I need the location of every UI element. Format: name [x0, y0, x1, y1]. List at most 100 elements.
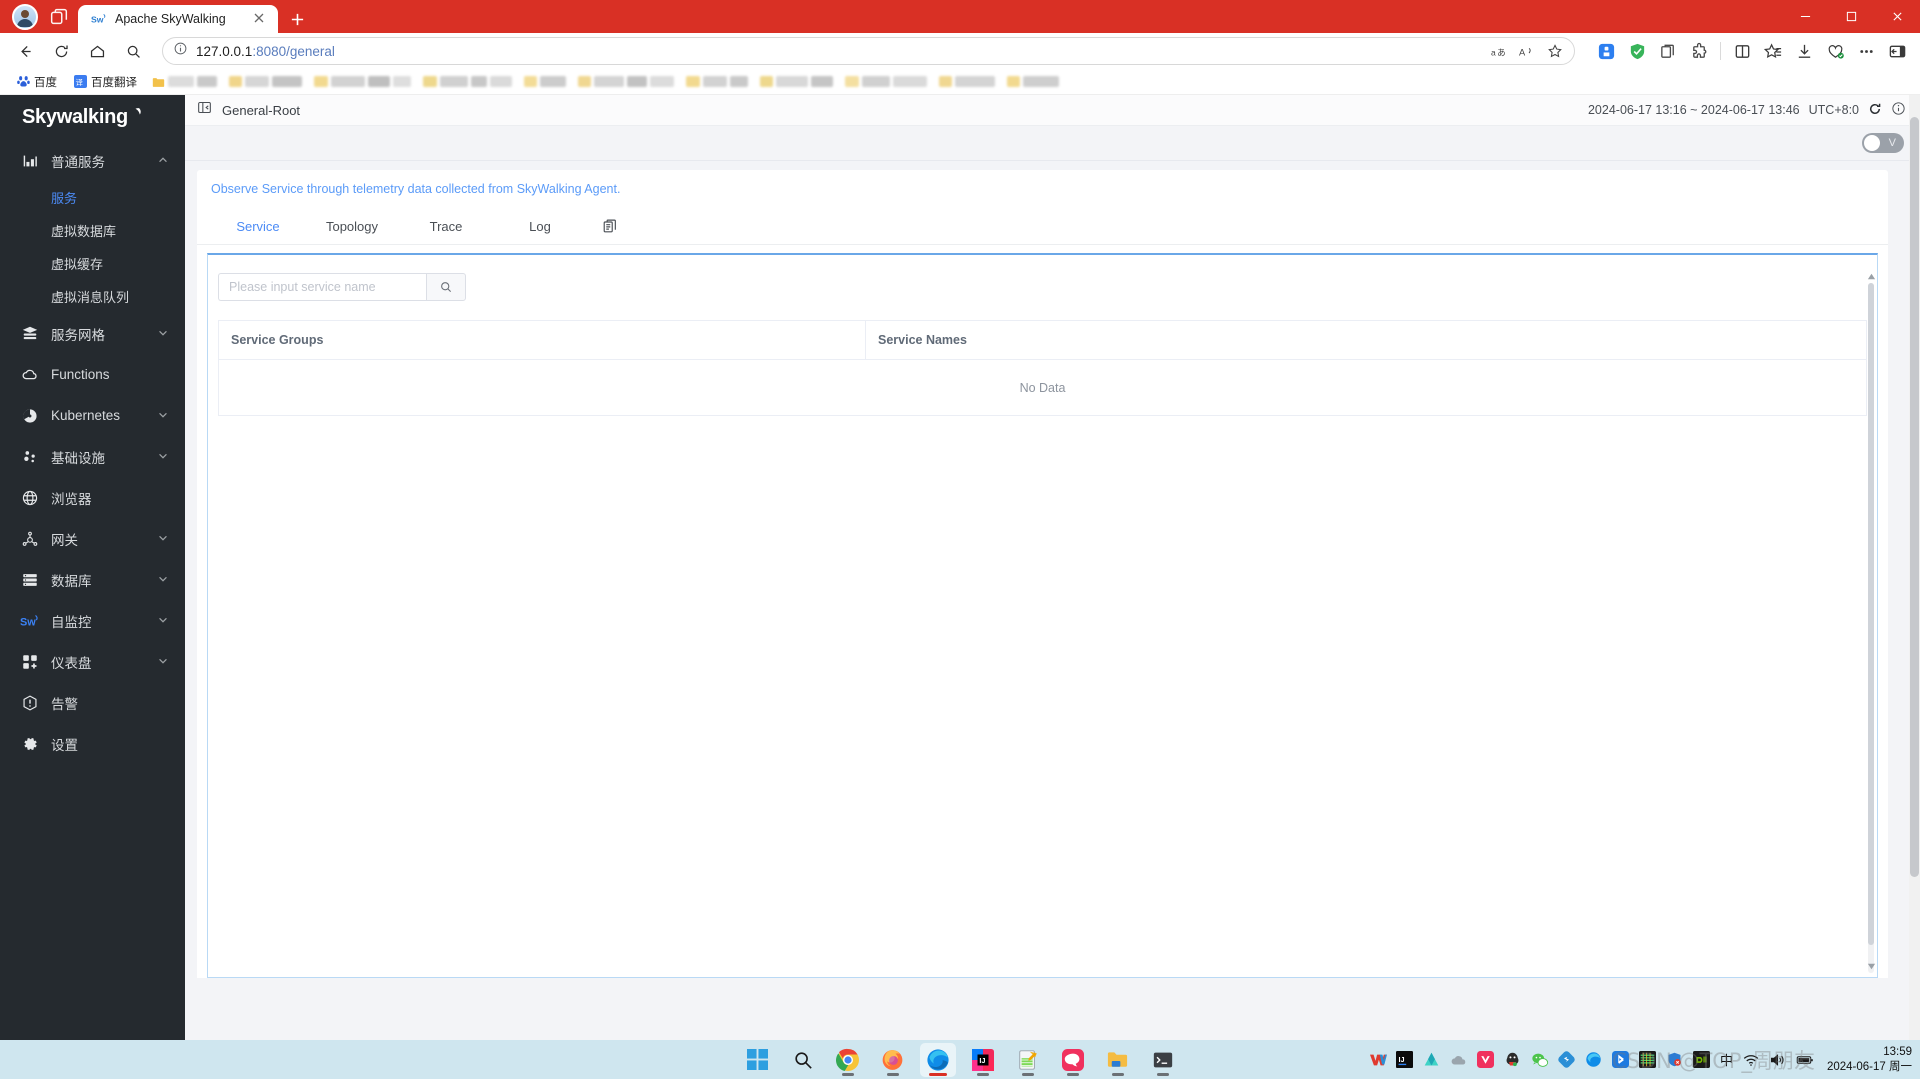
- ding-icon[interactable]: [1558, 1051, 1576, 1069]
- more-options-icon[interactable]: [1851, 37, 1881, 65]
- intellij-tray-icon[interactable]: IJ: [1396, 1051, 1414, 1069]
- taskbar-clock[interactable]: 13:59 2024-06-17 周一: [1827, 1045, 1912, 1074]
- minimize-button[interactable]: [1782, 0, 1828, 33]
- browser-tab-active[interactable]: Sw Apache SkyWalking: [78, 5, 278, 33]
- search-input[interactable]: Please input service name: [218, 273, 426, 301]
- sidebar-item-gateway[interactable]: 网关: [0, 518, 185, 559]
- time-range-picker[interactable]: 2024-06-17 13:16 ~ 2024-06-17 13:46: [1588, 103, 1800, 117]
- intellij-idea-icon[interactable]: IJ: [965, 1043, 1001, 1077]
- cloud-icon[interactable]: [1450, 1051, 1468, 1069]
- split-screen-icon[interactable]: [1727, 37, 1757, 65]
- bookmark-redacted-group-9[interactable]: [841, 74, 931, 89]
- tab-service[interactable]: Service: [211, 208, 305, 245]
- chevron-down-icon[interactable]: [157, 614, 171, 628]
- scrollbar-thumb[interactable]: [1868, 283, 1874, 946]
- read-aloud-icon[interactable]: A: [1514, 39, 1540, 63]
- bookmark-baidu[interactable]: 百度: [10, 72, 63, 92]
- chevron-down-icon[interactable]: [157, 409, 171, 423]
- info-icon[interactable]: [173, 41, 188, 61]
- file-explorer-icon[interactable]: [1100, 1043, 1136, 1077]
- nvidia-icon[interactable]: [1693, 1051, 1711, 1069]
- downloads-icon[interactable]: [1789, 37, 1819, 65]
- new-tab-button[interactable]: [282, 5, 312, 33]
- terminal-icon[interactable]: [1145, 1043, 1181, 1077]
- chevron-down-icon[interactable]: [157, 327, 171, 341]
- sidebar-subitem-virtual-cache[interactable]: 虚拟缓存: [0, 247, 185, 280]
- sidebar-item-browser[interactable]: 浏览器: [0, 477, 185, 518]
- column-header-service-names[interactable]: Service Names: [866, 321, 1866, 359]
- copy-extension-icon[interactable]: [1653, 37, 1683, 65]
- reload-button[interactable]: [44, 36, 78, 66]
- edge-dev-icon[interactable]: [1585, 1051, 1603, 1069]
- sidebar-item-infrastructure[interactable]: 基础设施: [0, 436, 185, 477]
- page-scrollbar-thumb[interactable]: [1910, 117, 1919, 877]
- sidebar-item-settings[interactable]: 设置: [0, 723, 185, 764]
- search-button[interactable]: [116, 36, 150, 66]
- scrollbar-up-arrow-icon[interactable]: [1866, 271, 1876, 281]
- column-header-service-groups[interactable]: Service Groups: [219, 321, 866, 359]
- home-button[interactable]: [80, 36, 114, 66]
- bookmark-redacted-group-3[interactable]: [310, 74, 415, 89]
- puzzle-extensions-icon[interactable]: [1684, 37, 1714, 65]
- collections-icon[interactable]: [1758, 37, 1788, 65]
- info-circle-icon[interactable]: [1891, 101, 1906, 119]
- wifi-icon[interactable]: [1742, 1051, 1760, 1069]
- profile-avatar[interactable]: [12, 3, 38, 30]
- translate-icon[interactable]: aあ: [1486, 39, 1512, 63]
- sidebar-item-general-service[interactable]: 普通服务: [0, 140, 185, 181]
- sidebar-subitem-service[interactable]: 服务: [0, 181, 185, 214]
- adblock-shield-icon[interactable]: [1622, 37, 1652, 65]
- copy-icon[interactable]: [587, 208, 633, 245]
- browser-essentials-icon[interactable]: [1820, 37, 1850, 65]
- extension-blue-icon[interactable]: [1591, 37, 1621, 65]
- volume-icon[interactable]: [1769, 1051, 1787, 1069]
- view-mode-toggle[interactable]: V: [1862, 133, 1904, 153]
- bluetooth-icon[interactable]: [1612, 1051, 1630, 1069]
- favorite-star-icon[interactable]: [1542, 39, 1568, 63]
- chevron-down-icon[interactable]: [157, 573, 171, 587]
- bookmark-redacted-group-10[interactable]: [935, 74, 999, 89]
- panel-scrollbar[interactable]: [1868, 283, 1874, 973]
- bookmark-redacted-group-11[interactable]: [1003, 74, 1063, 89]
- sidebar-item-database[interactable]: 数据库: [0, 559, 185, 600]
- battery-icon[interactable]: [1796, 1051, 1814, 1069]
- bookmark-baidu-translate[interactable]: 译 百度翻译: [67, 72, 143, 92]
- navicat-icon[interactable]: [1055, 1043, 1091, 1077]
- reload-icon[interactable]: [1868, 102, 1882, 119]
- tab-log[interactable]: Log: [493, 208, 587, 245]
- close-icon[interactable]: [252, 11, 268, 27]
- bookmark-redacted-group-2[interactable]: [225, 74, 306, 89]
- qq-icon[interactable]: [1504, 1051, 1522, 1069]
- firefox-icon[interactable]: [875, 1043, 911, 1077]
- wechat-icon[interactable]: [1531, 1051, 1549, 1069]
- sidebar-item-self-observability[interactable]: Sw 自监控: [0, 600, 185, 641]
- search-button[interactable]: [426, 273, 466, 301]
- tab-topology[interactable]: Topology: [305, 208, 399, 245]
- bookmark-redacted-group-1[interactable]: [147, 73, 221, 91]
- tab-trace[interactable]: Trace: [399, 208, 493, 245]
- v2ray-icon[interactable]: [1477, 1051, 1495, 1069]
- sidebar-item-kubernetes[interactable]: Kubernetes: [0, 395, 185, 436]
- chevron-down-icon[interactable]: [157, 450, 171, 464]
- sidebar-subitem-virtual-database[interactable]: 虚拟数据库: [0, 214, 185, 247]
- notepad-editor-icon[interactable]: [1010, 1043, 1046, 1077]
- monitor-stats-icon[interactable]: [1639, 1051, 1657, 1069]
- sidebar-item-service-mesh[interactable]: 服务网格: [0, 313, 185, 354]
- chevron-up-icon[interactable]: [157, 154, 171, 168]
- bookmark-redacted-group-8[interactable]: [756, 74, 837, 89]
- scrollbar-down-arrow-icon[interactable]: [1866, 961, 1876, 971]
- sidebar-subitem-virtual-mq[interactable]: 虚拟消息队列: [0, 280, 185, 313]
- sidebar-item-alarm[interactable]: 告警: [0, 682, 185, 723]
- bookmark-redacted-group-5[interactable]: [520, 74, 570, 89]
- chevron-down-icon[interactable]: [157, 655, 171, 669]
- bookmark-redacted-group-6[interactable]: [574, 74, 678, 89]
- bookmark-redacted-group-4[interactable]: [419, 74, 516, 89]
- sidebar-item-dashboard[interactable]: 仪表盘: [0, 641, 185, 682]
- ime-indicator[interactable]: 中: [1720, 1050, 1733, 1069]
- back-button[interactable]: [8, 36, 42, 66]
- maximize-button[interactable]: [1828, 0, 1874, 33]
- page-scrollbar[interactable]: [1909, 95, 1920, 1040]
- close-window-button[interactable]: [1874, 0, 1920, 33]
- vmware-icon[interactable]: [1369, 1051, 1387, 1069]
- start-windows-icon[interactable]: [740, 1043, 776, 1077]
